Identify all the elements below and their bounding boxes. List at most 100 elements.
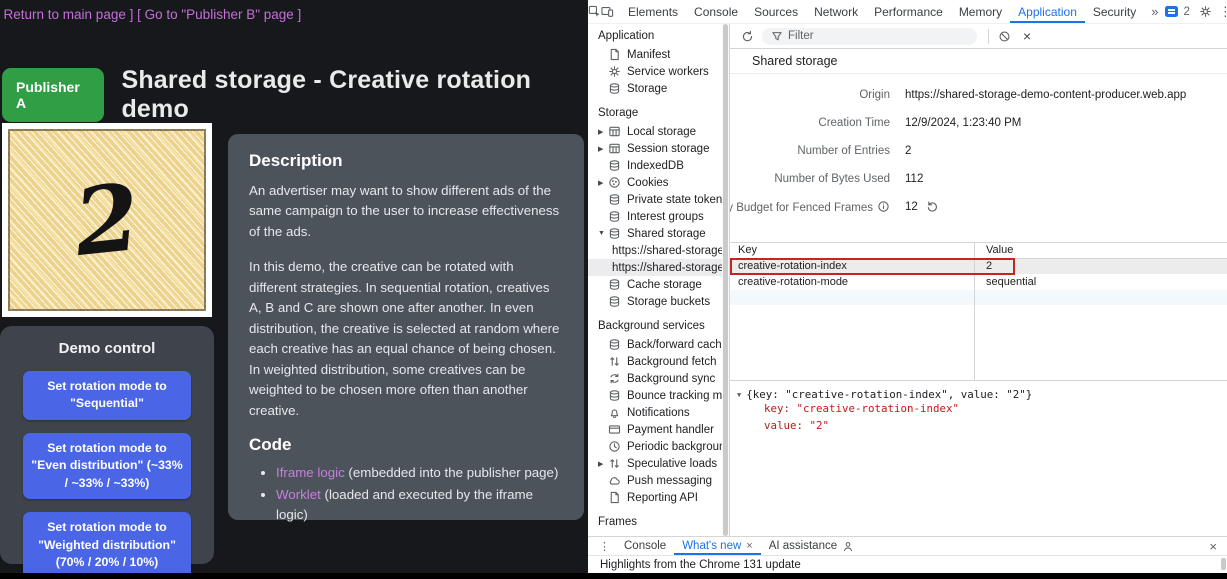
sidebar-item-storage-buckets[interactable]: Storage buckets <box>588 293 722 310</box>
expand-arrow-icon[interactable]: ▶ <box>598 145 608 153</box>
drawer-tab-console[interactable]: Console <box>616 537 674 555</box>
sidebar-item-push-messaging[interactable]: Push messaging <box>588 472 722 489</box>
code-heading: Code <box>249 435 563 455</box>
tab-performance[interactable]: Performance <box>866 0 951 23</box>
table-row-creative-rotation-mode[interactable]: creative-rotation-mode sequential <box>730 274 1227 290</box>
document-icon <box>608 48 621 61</box>
collapse-arrow-icon[interactable]: ▼ <box>598 230 608 237</box>
sidebar-section-storage: Storage <box>588 97 722 123</box>
sidebar-item-manifest[interactable]: Manifest <box>588 46 722 63</box>
sidebar-item-interest-groups[interactable]: Interest groups <box>588 208 722 225</box>
sidebar-item-cookies[interactable]: ▶Cookies <box>588 174 722 191</box>
drawer-scrollbar-thumb[interactable] <box>1221 558 1226 570</box>
info-icon[interactable] <box>877 200 890 213</box>
table-row-creative-rotation-index[interactable]: creative-rotation-index 2 <box>730 259 1227 275</box>
sidebar-item-bounce-tracking[interactable]: Bounce tracking miti... <box>588 387 722 404</box>
sidebar-item-reporting-api[interactable]: Reporting API <box>588 489 722 506</box>
creative-ad-image: 2 <box>8 129 206 311</box>
table-header-row: Key Value <box>730 243 1227 259</box>
sidebar-item-session-storage[interactable]: ▶Session storage <box>588 140 722 157</box>
sidebar-item-speculative-loads[interactable]: ▶Speculative loads <box>588 455 722 472</box>
expand-arrow-icon[interactable]: ▶ <box>598 460 608 468</box>
person-icon <box>842 540 854 552</box>
tab-network[interactable]: Network <box>806 0 866 23</box>
sidebar-item-payment-handler[interactable]: Payment handler <box>588 421 722 438</box>
publisher-page: [ Return to main page ] [ Go to "Publish… <box>0 0 588 573</box>
application-sidebar: Application Manifest Service workers Sto… <box>588 24 722 536</box>
iframe-logic-link[interactable]: Iframe logic <box>276 465 345 480</box>
database-icon <box>608 295 621 308</box>
set-sequential-button[interactable]: Set rotation mode to "Sequential" <box>23 371 191 420</box>
sidebar-item-notifications[interactable]: Notifications <box>588 404 722 421</box>
tab-sources[interactable]: Sources <box>746 0 806 23</box>
worklet-link[interactable]: Worklet <box>276 487 321 502</box>
preview-object-summary[interactable]: ▼ {key: "creative-rotation-index", value… <box>737 388 1227 401</box>
sidebar-item-service-workers[interactable]: Service workers <box>588 63 722 80</box>
up-down-arrows-icon <box>608 457 621 470</box>
issues-counter[interactable]: 2 <box>1165 6 1189 18</box>
preview-property-value: value: "2" <box>737 418 1227 435</box>
tab-elements[interactable]: Elements <box>620 0 686 23</box>
gear-icon <box>608 65 621 78</box>
demo-control-panel: Demo control Set rotation mode to "Seque… <box>0 326 214 564</box>
inspect-element-icon[interactable] <box>588 0 601 23</box>
close-tab-icon[interactable]: × <box>746 540 752 552</box>
description-paragraph: An advertiser may want to show different… <box>249 181 563 242</box>
tab-security[interactable]: Security <box>1085 0 1144 23</box>
sidebar-section-frames: Frames <box>588 506 722 532</box>
sidebar-item-storage[interactable]: Storage <box>588 80 722 97</box>
drawer-tab-whats-new[interactable]: What's new × <box>674 537 761 555</box>
drawer-tabbar: ⋮ Console What's new × AI assistance × <box>588 537 1227 556</box>
column-header-value[interactable]: Value <box>974 244 1013 256</box>
more-tabs-icon[interactable]: » <box>1144 4 1165 19</box>
cloud-icon <box>608 474 621 487</box>
set-even-distribution-button[interactable]: Set rotation mode to "Even distribution"… <box>23 433 191 499</box>
code-item-text: (embedded into the publisher page) <box>345 465 559 480</box>
set-weighted-distribution-button[interactable]: Set rotation mode to "Weighted distribut… <box>23 512 191 578</box>
sidebar-item-private-state-tokens[interactable]: Private state tokens <box>588 191 722 208</box>
sidebar-item-shared-storage-origin-2[interactable]: https://shared-storage... <box>588 259 722 276</box>
sidebar-item-indexeddb[interactable]: IndexedDB <box>588 157 722 174</box>
column-divider[interactable] <box>974 243 975 380</box>
tab-memory[interactable]: Memory <box>951 0 1010 23</box>
publisher-b-link[interactable]: Go to "Publisher B" page <box>145 7 294 22</box>
page-header: Publisher A Shared storage - Creative ro… <box>2 66 588 124</box>
entry-preview-pane: ▼ {key: "creative-rotation-index", value… <box>730 380 1227 536</box>
sidebar-item-back-forward-cache[interactable]: Back/forward cache <box>588 336 722 353</box>
expand-arrow-icon[interactable]: ▶ <box>598 128 608 136</box>
database-icon <box>608 82 621 95</box>
sidebar-item-cache-storage[interactable]: Cache storage <box>588 276 722 293</box>
clear-all-icon[interactable] <box>996 28 1012 44</box>
panel-toolbar: Filter × <box>730 24 1227 49</box>
drawer-menu-icon[interactable]: ⋮ <box>593 540 616 553</box>
refresh-icon[interactable] <box>739 28 755 44</box>
sidebar-item-local-storage[interactable]: ▶Local storage <box>588 123 722 140</box>
sidebar-item-shared-storage-origin-1[interactable]: https://shared-storage... <box>588 242 722 259</box>
sidebar-item-background-fetch[interactable]: Background fetch <box>588 353 722 370</box>
page-title: Shared storage - Creative rotation demo <box>121 66 588 124</box>
column-header-key[interactable]: Key <box>730 244 974 256</box>
table-icon <box>608 142 621 155</box>
whats-new-content: Highlights from the Chrome 131 update <box>588 556 1227 573</box>
return-main-link[interactable]: Return to main page <box>4 7 126 22</box>
filter-input[interactable]: Filter <box>762 28 977 45</box>
sidebar-item-shared-storage[interactable]: ▼Shared storage <box>588 225 722 242</box>
database-icon <box>608 278 621 291</box>
payment-card-icon <box>608 423 621 436</box>
sidebar-item-periodic-background-sync[interactable]: Periodic backgroun... <box>588 438 722 455</box>
settings-gear-icon[interactable] <box>1199 0 1212 23</box>
kebab-menu-icon[interactable]: ⋮ <box>1212 4 1227 20</box>
scrollbar-thumb[interactable] <box>723 24 728 536</box>
drawer-close-icon[interactable]: × <box>1199 539 1227 554</box>
expand-arrow-icon[interactable]: ▶ <box>598 179 608 187</box>
drawer-tab-ai-assistance[interactable]: AI assistance <box>761 537 862 555</box>
table-filler-row <box>730 290 1227 306</box>
tab-application[interactable]: Application <box>1010 0 1085 23</box>
sidebar-item-background-sync[interactable]: Background sync <box>588 370 722 387</box>
tab-console[interactable]: Console <box>686 0 746 23</box>
sidebar-scrollbar[interactable] <box>722 24 729 536</box>
collapse-arrow-icon[interactable]: ▼ <box>737 391 741 399</box>
reset-icon[interactable] <box>926 200 939 213</box>
device-toolbar-icon[interactable] <box>601 0 614 23</box>
delete-selected-icon[interactable]: × <box>1019 28 1035 44</box>
